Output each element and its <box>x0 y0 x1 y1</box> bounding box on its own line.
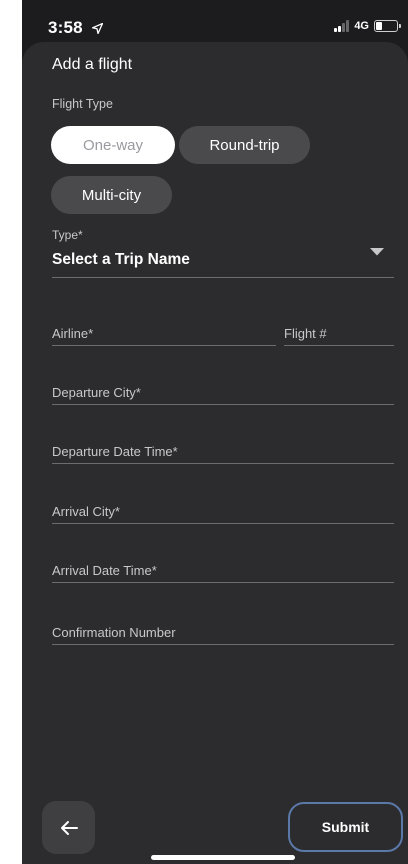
submit-button[interactable]: Submit <box>288 802 403 852</box>
back-button[interactable] <box>42 801 95 854</box>
departure-city-placeholder: Departure City* <box>52 385 141 400</box>
battery-fill <box>376 22 382 30</box>
arrival-datetime-placeholder: Arrival Date Time* <box>52 563 157 578</box>
flight-type-round-trip[interactable]: Round-trip <box>179 126 310 164</box>
signal-strength-icon <box>334 20 350 32</box>
arrow-left-icon <box>60 820 78 835</box>
departure-city-field[interactable]: Departure City* <box>52 381 394 405</box>
network-type: 4G <box>354 20 369 32</box>
departure-datetime-placeholder: Departure Date Time* <box>52 444 178 459</box>
status-bar: 3:58 4G <box>22 0 408 44</box>
status-time: 3:58 <box>48 18 83 37</box>
battery-icon <box>374 20 401 32</box>
add-flight-sheet: Add a flight Flight Type One-way Round-t… <box>22 42 408 864</box>
sheet-title: Add a flight <box>52 56 133 73</box>
location-arrow-icon <box>91 23 103 35</box>
airline-placeholder: Airline* <box>52 326 94 341</box>
trip-name-value: Select a Trip Name <box>52 251 190 268</box>
flight-type-one-way[interactable]: One-way <box>51 126 175 164</box>
flight-type-label: Flight Type <box>52 97 113 111</box>
status-time-container: 3:58 <box>48 18 103 38</box>
trip-name-select[interactable]: Select a Trip Name <box>52 244 394 278</box>
phone-screen: 3:58 4G Add a flight Flight Type One-way… <box>22 0 408 864</box>
departure-datetime-field[interactable]: Departure Date Time* <box>52 440 394 464</box>
status-indicators: 4G <box>334 20 401 32</box>
chevron-down-icon <box>370 248 384 256</box>
arrival-datetime-field[interactable]: Arrival Date Time* <box>52 559 394 583</box>
arrival-city-placeholder: Arrival City* <box>52 504 120 519</box>
confirmation-number-placeholder: Confirmation Number <box>52 625 176 640</box>
confirmation-number-field[interactable]: Confirmation Number <box>52 621 394 645</box>
flight-number-placeholder: Flight # <box>284 326 327 341</box>
home-indicator[interactable] <box>151 855 295 860</box>
flight-type-multi-city[interactable]: Multi-city <box>51 176 172 214</box>
flight-number-field[interactable]: Flight # <box>284 322 394 346</box>
airline-field[interactable]: Airline* <box>52 322 276 346</box>
arrival-city-field[interactable]: Arrival City* <box>52 500 394 524</box>
trip-type-label: Type* <box>52 228 83 242</box>
